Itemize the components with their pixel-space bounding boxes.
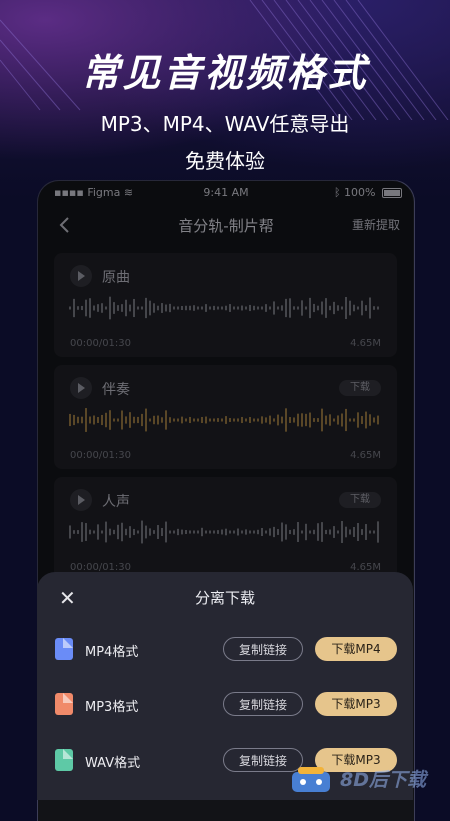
promo-subtitle: MP3、MP4、WAV任意导出 xyxy=(100,112,350,136)
download-mp4-button[interactable]: 下载MP4 xyxy=(315,637,397,661)
watermark-text: 8D后下载 xyxy=(340,769,426,791)
sheet-title: 分离下载 xyxy=(194,589,255,607)
copy-link-button[interactable]: 复制链接 xyxy=(223,692,303,716)
wav-file-icon xyxy=(55,749,73,771)
audio-file-icon xyxy=(55,693,73,715)
format-label: MP3格式 xyxy=(85,700,139,715)
format-row-mp4: MP4格式 复制链接 下载MP4 xyxy=(55,635,397,663)
format-row-mp3: MP3格式 复制链接 下载MP3 xyxy=(55,690,397,718)
copy-link-button[interactable]: 复制链接 xyxy=(223,637,303,661)
promo-tagline: 免费体验 xyxy=(185,149,265,173)
format-label: MP4格式 xyxy=(85,645,139,660)
download-mp3-button[interactable]: 下载MP3 xyxy=(315,692,397,716)
promo-title: 常见音视频格式 xyxy=(81,51,369,95)
video-file-icon xyxy=(55,638,73,660)
format-label: WAV格式 xyxy=(85,756,141,771)
